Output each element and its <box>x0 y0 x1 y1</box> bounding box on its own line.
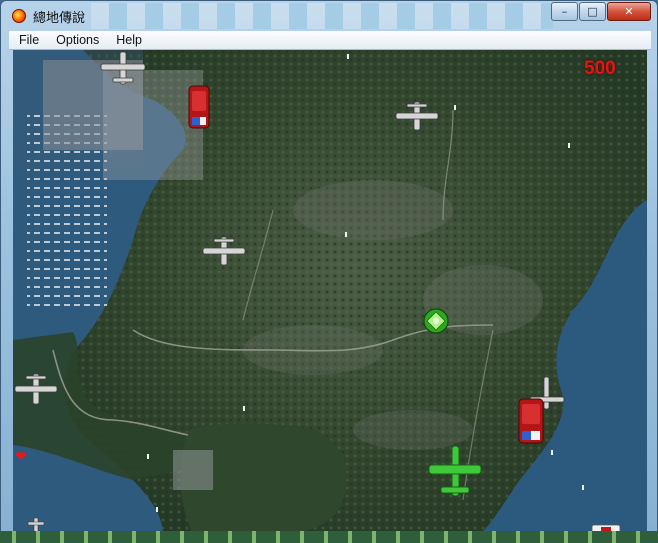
gray-fighter-plane-icon <box>395 101 439 131</box>
caption-buttons: – □ ✕ <box>550 2 651 22</box>
title-bar[interactable]: 總地傳說 – □ ✕ <box>1 1 657 31</box>
red-armored-vehicle-icon <box>518 398 544 444</box>
minimize-button[interactable]: – <box>551 2 578 21</box>
gray-fighter-plane-icon <box>100 51 146 85</box>
score-display: 500 <box>584 58 616 79</box>
green-fighter-plane-icon <box>428 445 482 497</box>
window-title: 總地傳說 <box>33 11 86 26</box>
gray-fighter-plane-icon <box>14 373 58 405</box>
game-viewport[interactable]: 500 ❤ <box>13 50 647 536</box>
red-armored-vehicle-icon <box>188 85 210 129</box>
menu-help[interactable]: Help <box>106 33 149 47</box>
menu-bar: File Options Help <box>9 31 651 50</box>
menu-options[interactable]: Options <box>46 33 106 47</box>
maximize-button[interactable]: □ <box>579 2 606 21</box>
close-button[interactable]: ✕ <box>607 2 651 21</box>
heart-icon: ❤ <box>15 449 27 465</box>
app-icon[interactable] <box>12 9 26 23</box>
gray-fighter-plane-icon <box>202 236 246 266</box>
green-gem-powerup-icon <box>423 308 449 334</box>
menu-file[interactable]: File <box>9 33 46 47</box>
taskbar-strip <box>0 531 658 543</box>
game-window: 總地傳說 – □ ✕ File Options Help 500 ❤ <box>0 0 658 543</box>
title-bar-decoration <box>91 3 553 29</box>
terrain-map <box>13 50 647 536</box>
